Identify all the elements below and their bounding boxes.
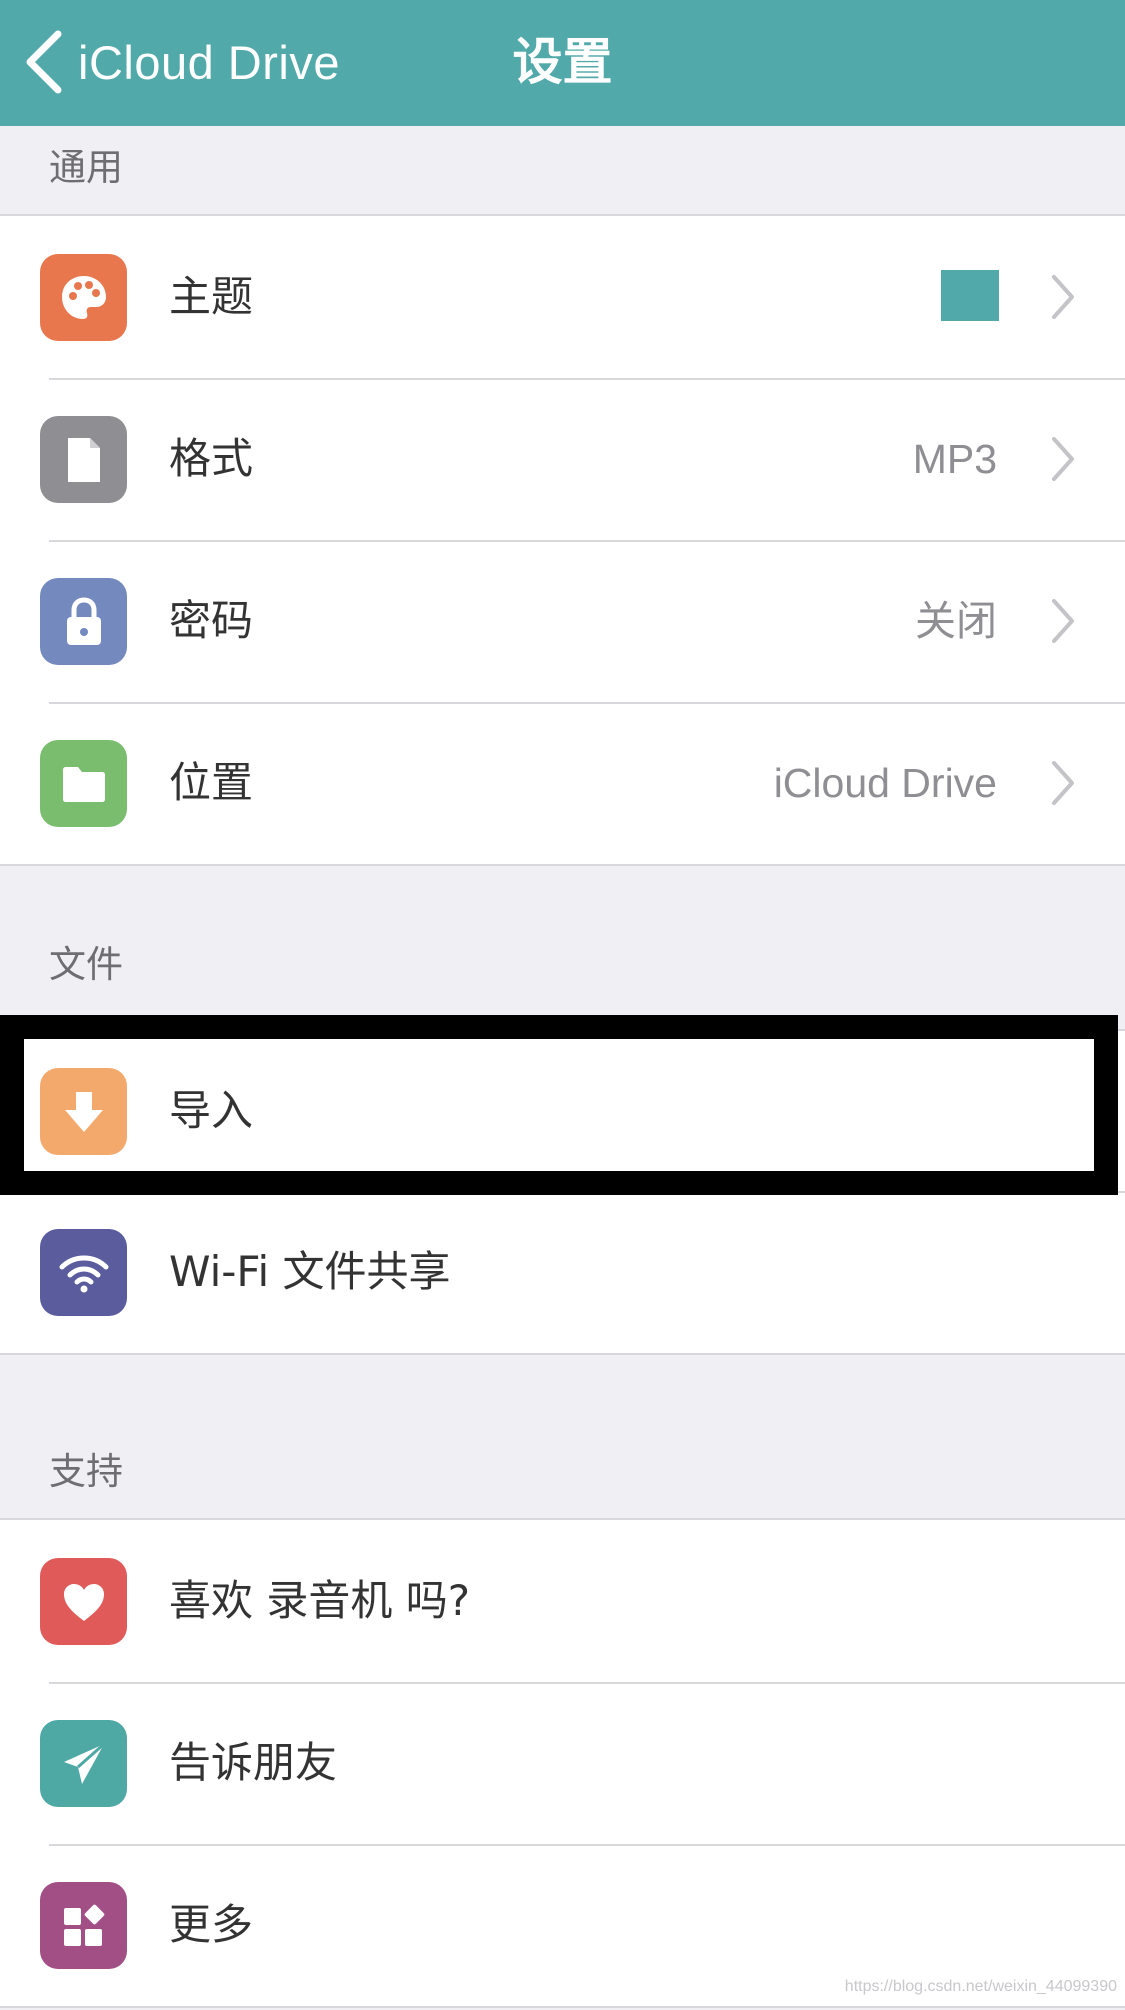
settings-row-password[interactable]: 密码 关闭 — [0, 540, 1125, 702]
format-value: MP3 — [912, 436, 997, 482]
wifi-share-label: Wi-Fi 文件共享 — [169, 1247, 451, 1296]
settings-group-files: 导入 Wi-Fi 文件共享 — [0, 1029, 1125, 1355]
chevron-right-icon — [1052, 599, 1074, 643]
settings-row-wifi-share[interactable]: Wi-Fi 文件共享 — [0, 1191, 1125, 1353]
settings-row-location[interactable]: 位置 iCloud Drive — [0, 702, 1125, 864]
password-value: 关闭 — [915, 597, 997, 645]
apps-grid-icon — [40, 1882, 127, 1969]
lock-icon — [40, 578, 127, 665]
chevron-right-icon — [1052, 437, 1074, 481]
settings-row-like[interactable]: 喜欢 录音机 吗? — [0, 1520, 1125, 1682]
theme-label: 主题 — [169, 272, 254, 321]
navigation-bar: iCloud Drive 设置 — [0, 0, 1125, 126]
section-header-files: 文件 — [0, 864, 1125, 1012]
settings-group-support: 喜欢 录音机 吗? 告诉朋友 更多 — [0, 1518, 1125, 2008]
heart-icon — [40, 1558, 127, 1645]
settings-row-format[interactable]: 格式 MP3 — [0, 378, 1125, 540]
location-label: 位置 — [169, 758, 254, 807]
section-header-general: 通用 — [0, 126, 1125, 215]
section-header-support: 支持 — [0, 1355, 1125, 1519]
palette-icon — [40, 254, 127, 341]
theme-color-swatch — [941, 270, 999, 321]
wifi-icon — [40, 1229, 127, 1316]
chevron-right-icon — [1052, 275, 1074, 319]
settings-row-theme[interactable]: 主题 — [0, 216, 1125, 378]
import-label: 导入 — [169, 1086, 254, 1135]
password-label: 密码 — [169, 596, 254, 645]
settings-row-tell-friends[interactable]: 告诉朋友 — [0, 1682, 1125, 1844]
chevron-right-icon — [1052, 761, 1074, 805]
watermark-text: https://blog.csdn.net/weixin_44099390 — [844, 1978, 1117, 1995]
paper-plane-icon — [40, 1720, 127, 1807]
settings-row-import[interactable]: 导入 — [0, 1031, 1125, 1191]
page-title: 设置 — [512, 33, 613, 91]
folder-icon — [40, 740, 127, 827]
download-arrow-icon — [40, 1068, 127, 1155]
section-header-support-label: 支持 — [49, 1450, 123, 1493]
section-header-general-label: 通用 — [49, 146, 123, 189]
like-label: 喜欢 录音机 吗? — [169, 1576, 470, 1625]
format-label: 格式 — [169, 434, 254, 483]
settings-group-general: 主题 格式 MP3 密码 关闭 位置 iCloud Drive — [0, 214, 1125, 866]
section-header-files-label: 文件 — [49, 943, 123, 986]
more-label: 更多 — [169, 1900, 254, 1949]
document-icon — [40, 416, 127, 503]
tell-friends-label: 告诉朋友 — [169, 1738, 338, 1787]
location-value: iCloud Drive — [773, 760, 997, 806]
